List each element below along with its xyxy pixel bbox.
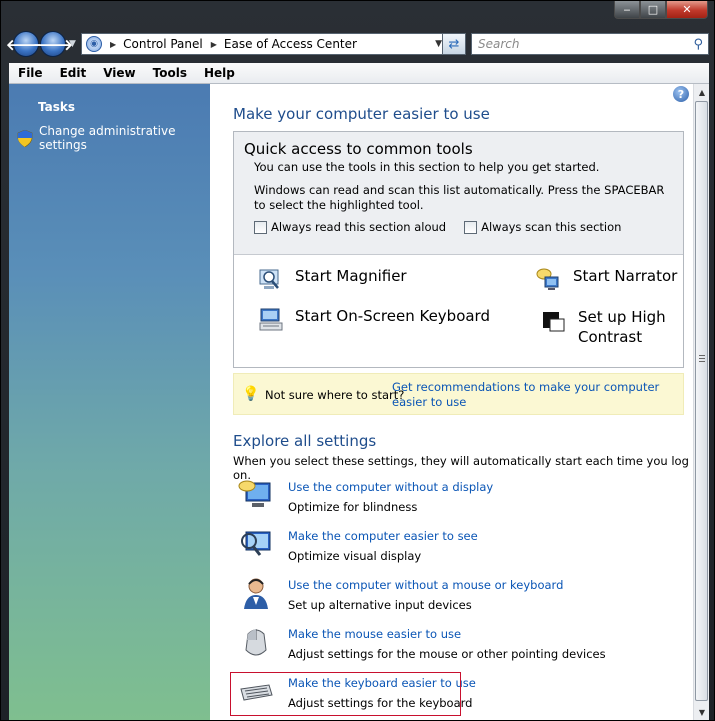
menu-tools[interactable]: Tools <box>144 63 195 83</box>
magnify-monitor-icon <box>238 526 274 562</box>
high-contrast-label: Set up High Contrast <box>578 307 666 347</box>
task-pane: Tasks Change administrative settings <box>9 84 210 720</box>
without-mouse-keyboard-link[interactable]: Use the computer without a mouse or keyb… <box>288 578 563 592</box>
help-icon[interactable]: ? <box>673 86 689 102</box>
setting-without-display: Use the computer without a display Optim… <box>238 477 493 514</box>
scroll-up-icon[interactable]: ▲ <box>694 84 709 100</box>
recommendation-tip: 💡 Not sure where to start? Get recommend… <box>233 373 684 415</box>
scan-section-label: Always scan this section <box>481 220 622 234</box>
quick-tools: Start Magnifier Start Narrator Start On-… <box>234 255 683 368</box>
mouse-icon <box>238 624 274 660</box>
narrator-icon <box>536 267 562 293</box>
set-up-high-contrast-button[interactable]: Set up High Contrast <box>541 307 666 347</box>
explore-heading: Explore all settings <box>233 432 377 450</box>
forward-button[interactable]: 🡒 <box>33 31 73 57</box>
change-admin-settings-label: Change administrative settings <box>39 124 176 152</box>
breadcrumb-control-panel[interactable]: Control Panel <box>123 37 203 51</box>
address-toolbar: 🡐 🡒 ▼ ◉ ▶ Control Panel ▶ Ease of Access… <box>6 29 709 59</box>
scroll-grip-icon <box>699 355 705 362</box>
search-placeholder: Search <box>478 37 520 51</box>
blindness-monitor-icon <box>238 477 274 513</box>
high-contrast-label-line2: Contrast <box>578 328 643 346</box>
search-icon[interactable]: ⚲ <box>693 37 703 52</box>
scroll-down-icon[interactable]: ▼ <box>694 704 709 720</box>
menu-edit[interactable]: Edit <box>51 63 95 83</box>
quick-access-header: Quick access to common tools You can use… <box>234 132 683 255</box>
start-magnifier-button[interactable]: Start Magnifier <box>258 267 407 293</box>
start-narrator-button[interactable]: Start Narrator <box>536 267 677 293</box>
vertical-scrollbar[interactable]: ▲ ▼ <box>693 84 709 720</box>
start-on-screen-keyboard-label: Start On-Screen Keyboard <box>295 307 490 325</box>
minimize-button[interactable]: ‒ <box>614 1 640 19</box>
close-button[interactable]: ✕ <box>666 1 708 19</box>
address-dropdown-icon[interactable]: ▼ <box>435 39 442 49</box>
easier-to-see-desc: Optimize visual display <box>288 549 422 563</box>
read-aloud-label: Always read this section aloud <box>271 220 447 234</box>
quick-access-intro: You can use the tools in this section to… <box>254 160 600 174</box>
quick-access-panel: Quick access to common tools You can use… <box>233 131 684 368</box>
magnifier-icon <box>258 267 284 293</box>
breadcrumb-chevron-icon[interactable]: ▶ <box>211 40 217 49</box>
scan-section-checkbox[interactable]: Always scan this section <box>464 220 621 234</box>
read-aloud-checkbox[interactable]: Always read this section aloud <box>254 220 446 234</box>
lightbulb-icon: 💡 <box>242 386 260 402</box>
uac-shield-icon <box>17 129 33 147</box>
menu-view[interactable]: View <box>94 63 143 83</box>
explorer-window: ‒ □ ✕ 🡐 🡒 ▼ ◉ ▶ Control Panel ▶ Ease of … <box>0 0 715 721</box>
mouse-easier-link[interactable]: Make the mouse easier to use <box>288 627 606 641</box>
without-display-desc: Optimize for blindness <box>288 500 418 514</box>
page-title: Make your computer easier to use <box>233 105 490 123</box>
breadcrumb-ease-of-access[interactable]: Ease of Access Center <box>224 37 357 51</box>
on-screen-keyboard-icon <box>258 307 284 333</box>
menu-file[interactable]: File <box>9 63 51 83</box>
checkbox-box[interactable] <box>254 220 267 234</box>
high-contrast-label-line1: Set up High <box>578 308 666 326</box>
refresh-button[interactable]: ⇄ <box>442 33 466 55</box>
without-mouse-keyboard-desc: Set up alternative input devices <box>288 598 472 612</box>
setting-mouse-easier: Make the mouse easier to use Adjust sett… <box>238 624 606 661</box>
start-magnifier-label: Start Magnifier <box>295 267 407 285</box>
setting-easier-to-see: Make the computer easier to see Optimize… <box>238 526 478 563</box>
person-headset-icon <box>238 575 274 611</box>
refresh-icon: ⇄ <box>448 36 460 52</box>
setting-without-mouse-keyboard: Use the computer without a mouse or keyb… <box>238 575 563 612</box>
tasks-heading: Tasks <box>38 100 76 114</box>
high-contrast-icon <box>541 307 567 333</box>
address-field[interactable]: ◉ ▶ Control Panel ▶ Ease of Access Cente… <box>81 33 447 55</box>
maximize-button[interactable]: □ <box>640 1 666 19</box>
quick-access-title: Quick access to common tools <box>244 140 473 158</box>
menu-help[interactable]: Help <box>195 63 243 83</box>
start-narrator-label: Start Narrator <box>573 267 678 285</box>
change-admin-settings-link[interactable]: Change administrative settings <box>17 124 210 152</box>
caption-buttons: ‒ □ ✕ <box>614 1 708 20</box>
search-input[interactable]: Search ⚲ <box>471 33 709 55</box>
mouse-easier-desc: Adjust settings for the mouse or other p… <box>288 647 606 661</box>
without-display-link[interactable]: Use the computer without a display <box>288 480 493 494</box>
recent-pages-dropdown-icon[interactable]: ▼ <box>69 39 76 49</box>
checkbox-box[interactable] <box>464 220 478 234</box>
breadcrumb-chevron-icon[interactable]: ▶ <box>110 40 116 49</box>
recommendations-link[interactable]: Get recommendations to make your compute… <box>392 380 682 410</box>
keyboard-scan-highlight <box>230 672 461 716</box>
start-on-screen-keyboard-button[interactable]: Start On-Screen Keyboard <box>258 307 490 333</box>
scrollbar-thumb[interactable] <box>695 101 708 701</box>
easier-to-see-link[interactable]: Make the computer easier to see <box>288 529 478 543</box>
control-panel-icon: ◉ <box>86 36 102 52</box>
menu-bar: File Edit View Tools Help <box>9 63 709 84</box>
main-pane: ? Make your computer easier to use Quick… <box>210 84 693 720</box>
content-area: Tasks Change administrative settings ? M… <box>9 84 709 720</box>
tip-label: Not sure where to start? <box>265 388 405 402</box>
quick-access-scan-text: Windows can read and scan this list auto… <box>254 183 665 212</box>
forward-arrow-icon: 🡒 <box>32 35 74 54</box>
